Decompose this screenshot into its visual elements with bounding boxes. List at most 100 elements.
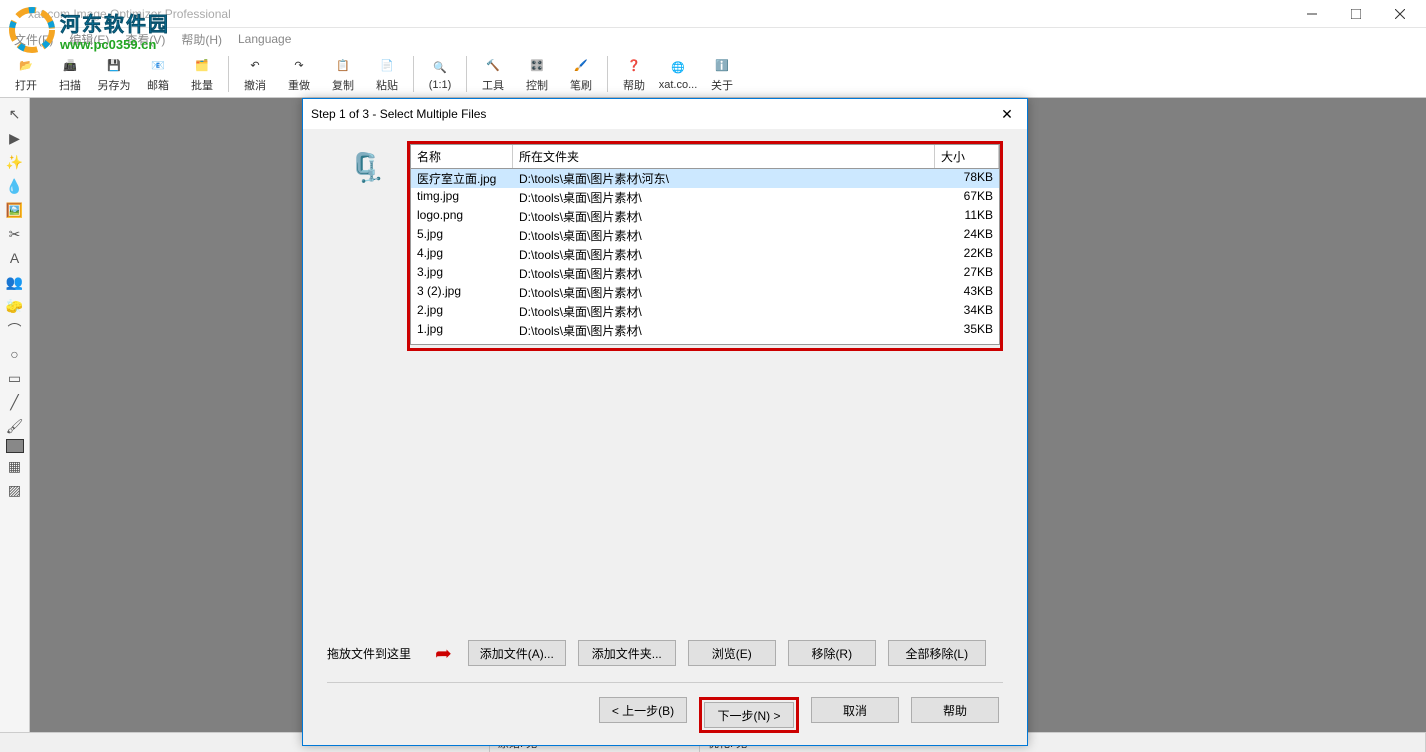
- brush-button[interactable]: 🖌️笔刷: [559, 52, 603, 96]
- pattern2-tool[interactable]: ▨: [4, 479, 26, 501]
- file-name: 3 (2).jpg: [411, 284, 513, 301]
- menu-view[interactable]: 查看(V): [117, 29, 173, 50]
- crop-tool[interactable]: ✂: [4, 223, 26, 245]
- undo-button[interactable]: ↶撤消: [233, 52, 277, 96]
- remove-button[interactable]: 移除(R): [788, 640, 876, 666]
- col-name[interactable]: 名称: [411, 145, 513, 168]
- minimize-button[interactable]: [1290, 0, 1334, 28]
- dialog-help-button[interactable]: 帮助: [911, 697, 999, 723]
- pointer-tool[interactable]: ↖: [4, 103, 26, 125]
- copy-button[interactable]: 📋复制: [321, 52, 365, 96]
- folder-open-icon: 📂: [15, 55, 37, 77]
- saveas-button[interactable]: 💾另存为: [92, 52, 136, 96]
- paste-button[interactable]: 📄粘贴: [365, 52, 409, 96]
- mail-button[interactable]: 📧邮箱: [136, 52, 180, 96]
- next-highlight: 下一步(N) >: [699, 697, 799, 733]
- file-size: 35KB: [935, 322, 999, 339]
- rect-tool[interactable]: ▭: [4, 367, 26, 389]
- color-swatch[interactable]: [6, 439, 24, 453]
- menu-edit[interactable]: 编辑(E): [61, 29, 117, 50]
- file-row[interactable]: timg.jpgD:\tools\桌面\图片素材\67KB: [411, 188, 999, 207]
- xatcom-button[interactable]: 🌐xat.co...: [656, 52, 700, 96]
- hammer-icon: 🔨: [482, 55, 504, 77]
- file-row[interactable]: 5.jpgD:\tools\桌面\图片素材\24KB: [411, 226, 999, 245]
- toolbar-separator: [466, 56, 467, 92]
- file-size: 27KB: [935, 265, 999, 282]
- batch-icon: 🗂️: [191, 55, 213, 77]
- redo-button[interactable]: ↷重做: [277, 52, 321, 96]
- add-folder-button[interactable]: 添加文件夹...: [578, 640, 676, 666]
- arrow-icon: ➦: [435, 641, 452, 666]
- about-button[interactable]: ℹ️关于: [700, 52, 744, 96]
- file-folder: D:\tools\桌面\图片素材\: [513, 303, 935, 320]
- file-folder: D:\tools\桌面\图片素材\: [513, 227, 935, 244]
- dialog-icon-col: 🗜️: [327, 141, 407, 634]
- file-row[interactable]: 3.jpgD:\tools\桌面\图片素材\27KB: [411, 264, 999, 283]
- col-folder[interactable]: 所在文件夹: [513, 145, 935, 168]
- browse-button[interactable]: 浏览(E): [688, 640, 776, 666]
- save-icon: 💾: [103, 55, 125, 77]
- cancel-button[interactable]: 取消: [811, 697, 899, 723]
- redo-icon: ↷: [288, 55, 310, 77]
- mail-icon: 📧: [147, 55, 169, 77]
- batch-button[interactable]: 🗂️批量: [180, 52, 224, 96]
- file-folder: D:\tools\桌面\图片素材\河东\: [513, 170, 935, 187]
- file-name: 2.jpg: [411, 303, 513, 320]
- close-button[interactable]: [1378, 0, 1422, 28]
- file-folder: D:\tools\桌面\图片素材\: [513, 322, 935, 339]
- file-row[interactable]: logo.pngD:\tools\桌面\图片素材\11KB: [411, 207, 999, 226]
- file-size: 34KB: [935, 303, 999, 320]
- wand-tool[interactable]: ✨: [4, 151, 26, 173]
- file-row[interactable]: 医疗室立面.jpgD:\tools\桌面\图片素材\河东\78KB: [411, 169, 999, 188]
- copy-icon: 📋: [332, 55, 354, 77]
- menu-language[interactable]: Language: [230, 30, 299, 48]
- file-row[interactable]: 1.jpgD:\tools\桌面\图片素材\35KB: [411, 321, 999, 340]
- file-row[interactable]: 4.jpgD:\tools\桌面\图片素材\22KB: [411, 245, 999, 264]
- file-row[interactable]: 2.jpgD:\tools\桌面\图片素材\34KB: [411, 302, 999, 321]
- prev-button[interactable]: < 上一步(B): [599, 697, 687, 723]
- select-files-dialog: Step 1 of 3 - Select Multiple Files ✕ 🗜️…: [302, 98, 1028, 746]
- scanner-icon: 📠: [59, 55, 81, 77]
- help-icon: ❓: [623, 55, 645, 77]
- text-tool[interactable]: A: [4, 247, 26, 269]
- oval-tool[interactable]: ○: [4, 343, 26, 365]
- pattern1-tool[interactable]: ▦: [4, 455, 26, 477]
- panel-icon: 🎛️: [526, 55, 548, 77]
- menu-file[interactable]: 文件(F): [6, 29, 61, 50]
- file-list-header: 名称 所在文件夹 大小: [410, 144, 1000, 169]
- file-name: timg.jpg: [411, 189, 513, 206]
- line-tool[interactable]: ╱: [4, 391, 26, 413]
- file-row[interactable]: 3 (2).jpgD:\tools\桌面\图片素材\43KB: [411, 283, 999, 302]
- toolbar-separator: [228, 56, 229, 92]
- scan-button[interactable]: 📠扫描: [48, 52, 92, 96]
- picker-tool[interactable]: 💧: [4, 175, 26, 197]
- open-button[interactable]: 📂打开: [4, 52, 48, 96]
- side-toolbar: ↖ ▶ ✨ 💧 🖼️ ✂ A 👥 🧽 ⌒ ○ ▭ ╱ 🖌 ▦ ▨: [0, 98, 30, 732]
- undo-icon: ↶: [244, 55, 266, 77]
- arc-tool[interactable]: ⌒: [4, 319, 26, 341]
- zoom-icon: 🔍: [429, 57, 451, 79]
- zoom-11-button[interactable]: 🔍(1:1): [418, 52, 462, 96]
- next-button[interactable]: 下一步(N) >: [704, 702, 794, 728]
- file-name: 医疗室立面.jpg: [411, 170, 513, 187]
- file-name: 1.jpg: [411, 322, 513, 339]
- menu-help[interactable]: 帮助(H): [173, 29, 230, 50]
- file-size: 24KB: [935, 227, 999, 244]
- file-folder: D:\tools\桌面\图片素材\: [513, 246, 935, 263]
- remove-all-button[interactable]: 全部移除(L): [888, 640, 986, 666]
- tools-button[interactable]: 🔨工具: [471, 52, 515, 96]
- eraser-tool[interactable]: 🧽: [4, 295, 26, 317]
- col-size[interactable]: 大小: [935, 145, 999, 168]
- add-file-button[interactable]: 添加文件(A)...: [468, 640, 566, 666]
- image-tool[interactable]: 🖼️: [4, 199, 26, 221]
- toolbar: 📂打开 📠扫描 💾另存为 📧邮箱 🗂️批量 ↶撤消 ↷重做 📋复制 📄粘贴 🔍(…: [0, 50, 1426, 98]
- file-list[interactable]: 医疗室立面.jpgD:\tools\桌面\图片素材\河东\78KBtimg.jp…: [410, 169, 1000, 345]
- select-tool[interactable]: ▶: [4, 127, 26, 149]
- maximize-button[interactable]: [1334, 0, 1378, 28]
- dialog-close-button[interactable]: ✕: [995, 102, 1019, 126]
- clone-tool[interactable]: 👥: [4, 271, 26, 293]
- compress-icon: 🗜️: [350, 151, 385, 634]
- help-button[interactable]: ❓帮助: [612, 52, 656, 96]
- brush-tool[interactable]: 🖌: [4, 415, 26, 437]
- control-button[interactable]: 🎛️控制: [515, 52, 559, 96]
